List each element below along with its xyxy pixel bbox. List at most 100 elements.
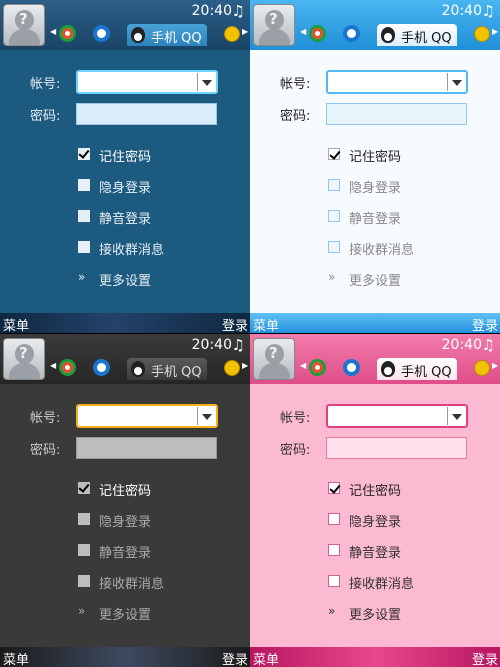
- option-receive-group-messages[interactable]: 接收群消息: [78, 571, 228, 592]
- qzone-icon[interactable]: [309, 359, 326, 376]
- checkbox[interactable]: [328, 179, 340, 191]
- scroll-right-icon[interactable]: ▶: [242, 27, 248, 36]
- checkbox-checked[interactable]: [78, 482, 90, 494]
- avatar[interactable]: ?: [253, 4, 295, 46]
- menu-softkey[interactable]: 菜单: [3, 315, 29, 333]
- checkbox-checked[interactable]: [328, 148, 340, 160]
- password-field[interactable]: [76, 103, 217, 125]
- option-silent-login[interactable]: 静音登录: [78, 206, 228, 227]
- option-receive-group-messages[interactable]: 接收群消息: [328, 237, 478, 258]
- avatar[interactable]: ?: [3, 338, 45, 380]
- checkbox-checked[interactable]: [328, 482, 340, 494]
- option-invisible-login[interactable]: 隐身登录: [78, 175, 228, 196]
- checkbox[interactable]: [78, 210, 90, 222]
- account-field[interactable]: [76, 70, 218, 94]
- account-label: 帐号:: [30, 77, 61, 92]
- qq-penguin-icon: [131, 361, 145, 377]
- tab-mobile-qq[interactable]: 手机 QQ: [127, 24, 207, 46]
- qzone-icon[interactable]: [59, 25, 76, 42]
- checkbox[interactable]: [78, 179, 90, 191]
- tab-mobile-qq[interactable]: 手机 QQ: [377, 24, 457, 46]
- scroll-right-icon[interactable]: ▶: [492, 27, 498, 36]
- qq-browser-icon[interactable]: [343, 359, 360, 376]
- more-settings-link[interactable]: » 更多设置: [78, 602, 228, 623]
- option-invisible-login[interactable]: 隐身登录: [328, 175, 478, 196]
- option-invisible-login[interactable]: 隐身登录: [78, 509, 228, 530]
- tab-mobile-qq[interactable]: 手机 QQ: [127, 358, 207, 380]
- emoticon-icon[interactable]: [224, 360, 240, 376]
- login-form: 帐号: 密码: 记住密码 隐身登录 静音登录 接收群消息 » 更多设置: [0, 384, 250, 647]
- checkbox[interactable]: [328, 575, 340, 587]
- option-silent-login[interactable]: 静音登录: [328, 206, 478, 227]
- login-softkey[interactable]: 登录: [222, 315, 248, 333]
- option-remember-password[interactable]: 记住密码: [328, 478, 478, 499]
- option-remember-password[interactable]: 记住密码: [78, 478, 228, 499]
- login-softkey[interactable]: 登录: [472, 649, 498, 667]
- qq-penguin-icon: [381, 27, 395, 43]
- password-field[interactable]: [326, 103, 467, 125]
- scroll-left-icon[interactable]: ◀: [50, 361, 56, 370]
- scroll-left-icon[interactable]: ◀: [300, 27, 306, 36]
- password-label: 密码:: [30, 109, 61, 124]
- checkbox[interactable]: [328, 210, 340, 222]
- login-softkey[interactable]: 登录: [222, 649, 248, 667]
- scroll-left-icon[interactable]: ◀: [50, 27, 56, 36]
- option-invisible-login[interactable]: 隐身登录: [328, 509, 478, 530]
- menu-softkey[interactable]: 菜单: [253, 649, 279, 667]
- avatar[interactable]: ?: [253, 338, 295, 380]
- login-form: 帐号: 密码: 记住密码 隐身登录 静音登录 接收群消息 » 更多设置: [250, 50, 500, 313]
- emoticon-icon[interactable]: [474, 360, 490, 376]
- scroll-left-icon[interactable]: ◀: [300, 361, 306, 370]
- scroll-right-icon[interactable]: ▶: [492, 361, 498, 370]
- menu-softkey[interactable]: 菜单: [253, 315, 279, 333]
- checkbox[interactable]: [78, 241, 90, 253]
- option-silent-login[interactable]: 静音登录: [328, 540, 478, 561]
- option-remember-password[interactable]: 记住密码: [328, 144, 478, 165]
- checkbox[interactable]: [328, 544, 340, 556]
- dropdown-arrow-icon[interactable]: [197, 407, 215, 425]
- option-receive-group-messages[interactable]: 接收群消息: [328, 571, 478, 592]
- more-settings-link[interactable]: » 更多设置: [328, 602, 478, 623]
- top-bar: ? ◀ 手机 QQ ▶ 20:40 ♫: [250, 0, 500, 50]
- emoticon-icon[interactable]: [224, 26, 240, 42]
- password-field[interactable]: [326, 437, 467, 459]
- dropdown-arrow-icon[interactable]: [447, 73, 465, 91]
- music-note-icon: ♫: [481, 336, 495, 354]
- checkbox[interactable]: [78, 575, 90, 587]
- scroll-right-icon[interactable]: ▶: [242, 361, 248, 370]
- more-settings-link[interactable]: » 更多设置: [78, 268, 228, 289]
- password-label: 密码:: [30, 443, 61, 458]
- checkbox[interactable]: [78, 544, 90, 556]
- avatar[interactable]: ?: [3, 4, 45, 46]
- dropdown-arrow-icon[interactable]: [447, 407, 465, 425]
- login-form: 帐号: 密码: 记住密码 隐身登录 静音登录 接收群消息 » 更多设置: [250, 384, 500, 647]
- qq-browser-icon[interactable]: [93, 359, 110, 376]
- checkbox-checked[interactable]: [78, 148, 90, 160]
- checkbox[interactable]: [328, 513, 340, 525]
- option-receive-group-messages[interactable]: 接收群消息: [78, 237, 228, 258]
- account-label: 帐号:: [280, 77, 311, 92]
- emoticon-icon[interactable]: [474, 26, 490, 42]
- checkbox[interactable]: [78, 513, 90, 525]
- qzone-icon[interactable]: [59, 359, 76, 376]
- password-field[interactable]: [76, 437, 217, 459]
- tab-mobile-qq[interactable]: 手机 QQ: [377, 358, 457, 380]
- more-settings-link[interactable]: » 更多设置: [328, 268, 478, 289]
- account-field[interactable]: [326, 70, 468, 94]
- qq-browser-icon[interactable]: [343, 25, 360, 42]
- login-softkey[interactable]: 登录: [472, 315, 498, 333]
- account-field[interactable]: [76, 404, 218, 428]
- qzone-icon[interactable]: [309, 25, 326, 42]
- account-label: 帐号:: [280, 411, 311, 426]
- checkbox[interactable]: [328, 241, 340, 253]
- option-silent-login[interactable]: 静音登录: [78, 540, 228, 561]
- qq-browser-icon[interactable]: [93, 25, 110, 42]
- dropdown-arrow-icon[interactable]: [197, 73, 215, 91]
- music-note-icon: ♫: [231, 2, 245, 20]
- menu-softkey[interactable]: 菜单: [3, 649, 29, 667]
- option-remember-password[interactable]: 记住密码: [78, 144, 228, 165]
- softkey-bar: 菜单 登录: [0, 647, 250, 667]
- softkey-bar: 菜单 登录: [0, 313, 250, 333]
- account-field[interactable]: [326, 404, 468, 428]
- top-bar: ? ◀ 手机 QQ ▶ 20:40 ♫: [0, 334, 250, 384]
